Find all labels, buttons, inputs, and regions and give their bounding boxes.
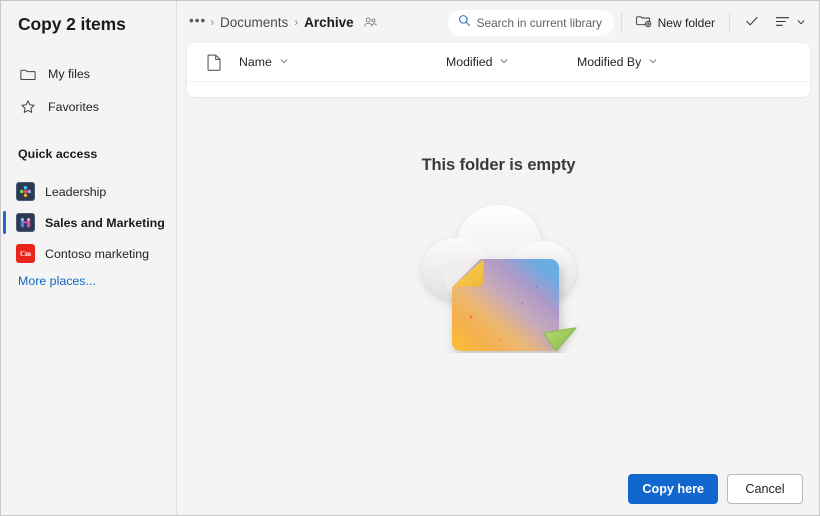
copy-here-button[interactable]: Copy here — [628, 474, 718, 504]
column-header-modified-by[interactable]: Modified By — [577, 55, 658, 69]
toolbar-divider — [729, 12, 730, 33]
breadcrumb: ••• › Documents › Archive — [186, 13, 378, 33]
column-header-modified[interactable]: Modified — [446, 55, 509, 69]
column-label: Name — [239, 55, 272, 69]
sidebar-item-favorites[interactable]: Favorites — [1, 91, 177, 122]
sidebar-item-my-files[interactable]: My files — [1, 58, 177, 89]
new-folder-label: New folder — [657, 15, 715, 30]
contoso-badge-text: Cm — [20, 249, 31, 258]
new-folder-button[interactable]: New folder — [629, 9, 722, 36]
chevron-down-icon — [648, 55, 658, 69]
sidebar-item-contoso-marketing[interactable]: Cm Contoso marketing — [1, 238, 177, 269]
column-header-name[interactable]: Name — [239, 55, 289, 69]
sort-view-button[interactable] — [767, 9, 809, 36]
folder-icon — [18, 64, 37, 83]
cloud-document-cursor-illustration — [404, 193, 594, 353]
new-folder-icon — [635, 13, 652, 32]
sidebar-nav-list: My files Favorites — [1, 58, 177, 122]
quick-access-heading: Quick access — [18, 147, 98, 161]
checkmark-icon — [744, 13, 760, 32]
breadcrumb-item-archive[interactable]: Archive — [299, 13, 359, 32]
breadcrumb-overflow-button[interactable]: ••• — [186, 13, 209, 33]
teamsite-icon — [16, 213, 35, 232]
quick-access-list: Leadership Sales and Marketing Cm Contos… — [1, 176, 177, 269]
sidebar-item-label: Contoso marketing — [45, 246, 149, 261]
toolbar-divider — [620, 12, 622, 33]
sidebar-item-label: My files — [48, 66, 90, 81]
sidebar-item-sales-and-marketing[interactable]: Sales and Marketing — [1, 207, 177, 238]
column-label: Modified — [446, 55, 493, 69]
sort-list-icon — [774, 13, 791, 33]
star-icon — [18, 97, 37, 116]
breadcrumb-item-documents[interactable]: Documents — [215, 13, 293, 32]
dialog-footer: Copy here Cancel — [628, 474, 803, 504]
search-icon — [458, 14, 471, 32]
cancel-button[interactable]: Cancel — [727, 474, 803, 504]
top-toolbar: ••• › Documents › Archive Search in curr… — [178, 1, 819, 44]
people-shared-icon — [363, 15, 378, 30]
column-label: Modified By — [577, 55, 642, 69]
empty-state-title: This folder is empty — [421, 156, 576, 174]
sidebar-item-label: Leadership — [45, 184, 107, 199]
sidebar-item-leadership[interactable]: Leadership — [1, 176, 177, 207]
chevron-down-icon — [279, 55, 289, 69]
chevron-down-icon — [796, 16, 806, 30]
file-list-card: Name Modified Modified By — [187, 43, 810, 97]
search-box[interactable] — [447, 9, 614, 36]
more-places-link[interactable]: More places... — [18, 274, 96, 288]
toolbar-actions: New folder — [447, 1, 809, 44]
sidebar-item-label: Sales and Marketing — [45, 215, 165, 230]
sidebar: Copy 2 items My files Favorites Quick ac… — [1, 1, 177, 515]
copy-items-dialog: Copy 2 items My files Favorites Quick ac… — [0, 0, 820, 516]
select-all-button[interactable] — [737, 9, 767, 36]
file-list-header: Name Modified Modified By — [187, 43, 810, 82]
document-icon — [195, 54, 233, 71]
dialog-title: Copy 2 items — [18, 14, 126, 34]
empty-state: This folder is empty — [178, 156, 819, 353]
search-input[interactable] — [476, 15, 607, 30]
contoso-icon: Cm — [16, 244, 35, 263]
teamsite-icon — [16, 182, 35, 201]
chevron-down-icon — [499, 55, 509, 69]
main-panel: ••• › Documents › Archive Search in curr… — [178, 1, 819, 515]
sidebar-item-label: Favorites — [48, 99, 99, 114]
